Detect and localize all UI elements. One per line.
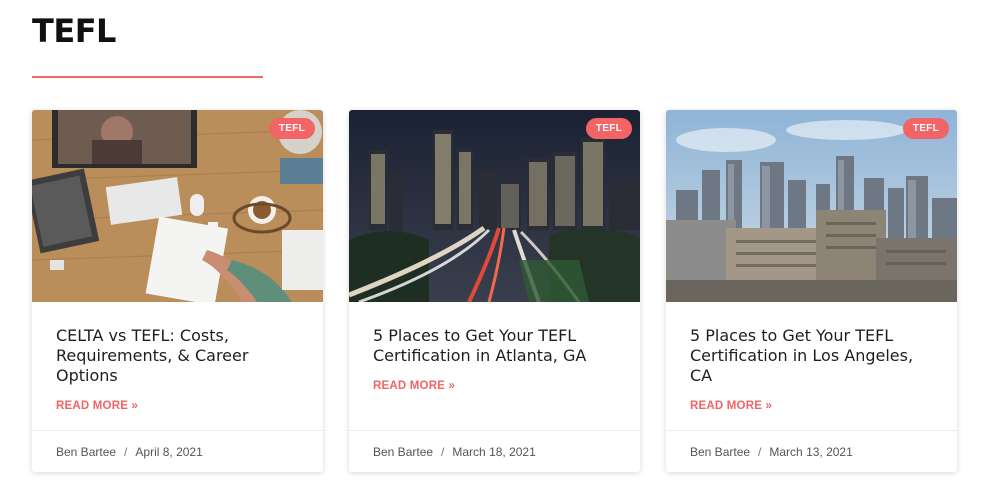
read-more-link[interactable]: READ MORE » [690,400,772,412]
post-meta: Ben Bartee / April 8, 2021 [32,430,323,472]
page-title: TEFL [32,12,116,50]
read-more-link[interactable]: READ MORE » [56,400,138,412]
post-card: TEFL CELTA vs TEFL: Costs, Requirements,… [32,110,323,472]
post-title[interactable]: CELTA vs TEFL: Costs, Requirements, & Ca… [56,326,306,386]
post-meta: Ben Bartee / March 18, 2021 [349,430,640,472]
meta-separator: / [441,444,445,459]
post-author: Ben Bartee [373,444,434,459]
post-title[interactable]: 5 Places to Get Your TEFL Certification … [373,326,623,366]
post-thumbnail-desk[interactable]: TEFL [32,110,323,302]
read-more-link[interactable]: READ MORE » [373,380,455,392]
category-badge[interactable]: TEFL [585,118,632,139]
category-badge[interactable]: TEFL [902,118,949,139]
post-card: TEFL 5 Places to Get Your TEFL Certifica… [349,110,640,472]
post-author: Ben Bartee [690,444,751,459]
post-thumbnail-atlanta[interactable]: TEFL [349,110,640,302]
meta-separator: / [758,444,762,459]
category-badge[interactable]: TEFL [268,118,315,139]
post-date: April 8, 2021 [135,444,203,459]
post-title[interactable]: 5 Places to Get Your TEFL Certification … [690,326,940,386]
post-author: Ben Bartee [56,444,117,459]
meta-separator: / [124,444,128,459]
post-date: March 13, 2021 [769,444,853,459]
post-thumbnail-los-angeles[interactable]: TEFL [666,110,957,302]
post-meta: Ben Bartee / March 13, 2021 [666,430,957,472]
post-date: March 18, 2021 [452,444,536,459]
title-underline [32,76,263,78]
post-card: TEFL 5 Places to Get Your TEFL Certifica… [666,110,957,472]
